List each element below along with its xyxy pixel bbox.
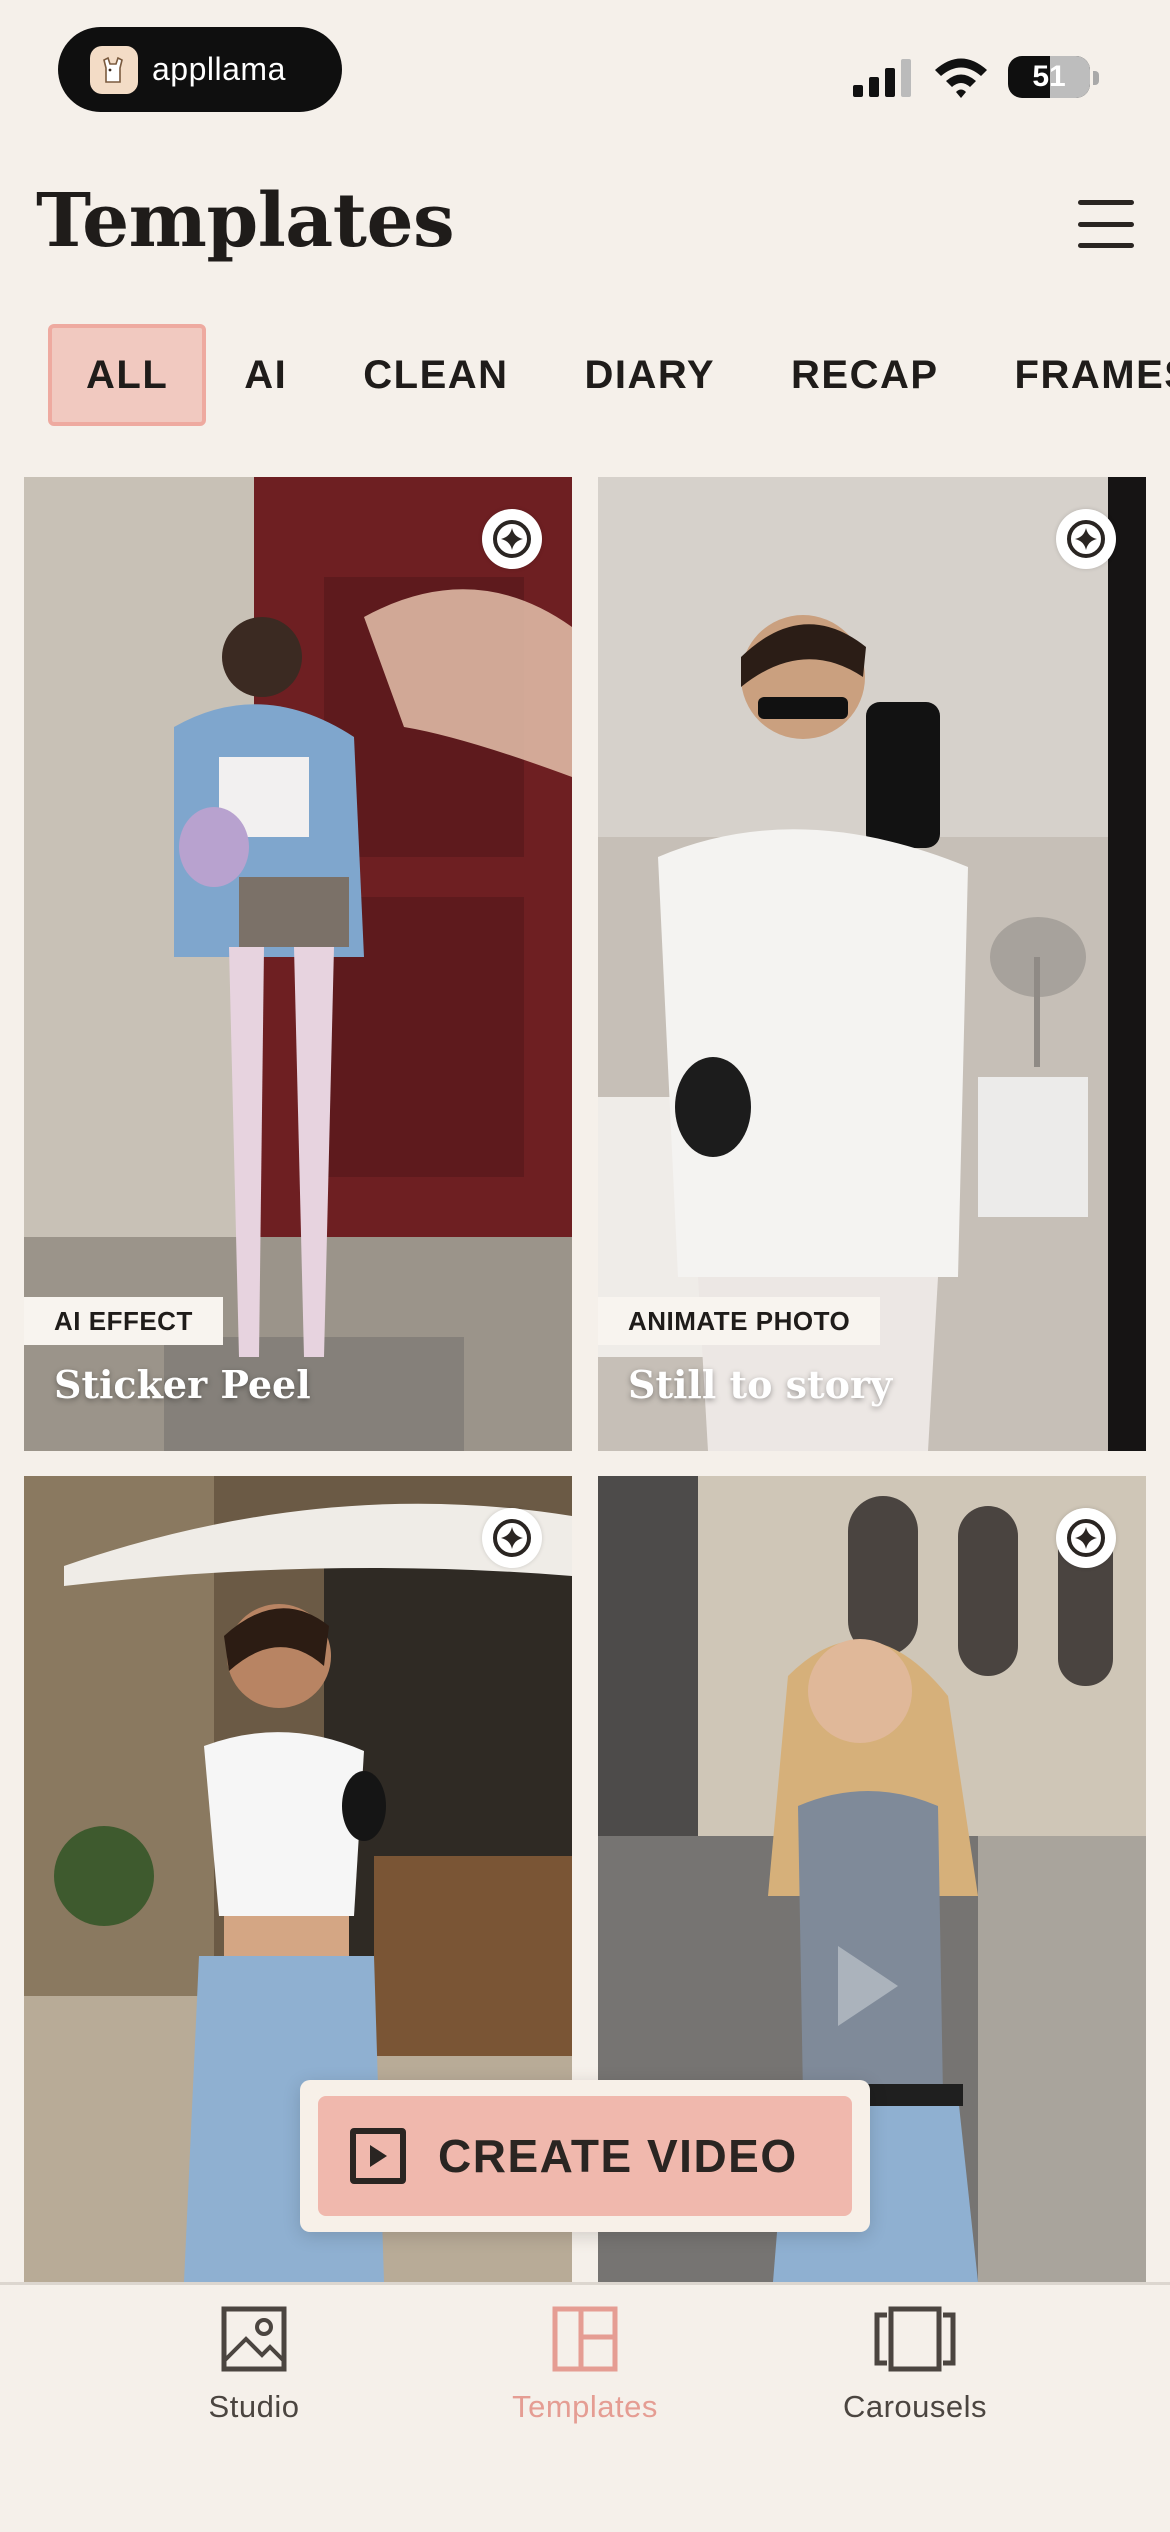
menu-line (1078, 243, 1134, 248)
nav-label: Studio (208, 2389, 300, 2424)
templates-icon (552, 2306, 618, 2372)
menu-button[interactable] (1078, 200, 1134, 248)
signal-icon (853, 59, 911, 97)
tab-recap[interactable]: RECAP (753, 324, 977, 426)
nav-templates[interactable]: Templates (455, 2305, 715, 2425)
nav-label: Carousels (842, 2389, 988, 2424)
app-pill[interactable]: appllama (58, 27, 342, 112)
menu-line (1078, 200, 1134, 205)
card-title: Still to story (628, 1362, 893, 1407)
battery-cap (1093, 71, 1099, 85)
bottom-nav: Studio Templates Carousels (0, 2282, 1170, 2532)
battery-icon: 51 (1008, 56, 1090, 98)
llama-logo-icon (90, 45, 138, 94)
nav-label: Templates (512, 2389, 658, 2424)
card-title: Sticker Peel (54, 1362, 311, 1407)
create-video-container: CREATE VIDEO (300, 2080, 870, 2232)
tab-frames[interactable]: FRAMES (977, 324, 1170, 426)
menu-line (1078, 221, 1134, 227)
filter-tabs: ALL AI CLEAN DIARY RECAP FRAMES (48, 324, 1170, 426)
tab-clean[interactable]: CLEAN (325, 324, 546, 426)
page-title: Templates (36, 178, 455, 264)
effect-tag: ANIMATE PHOTO (598, 1297, 881, 1345)
status-bar: appllama 51 (0, 0, 1170, 140)
image-icon (221, 2306, 287, 2372)
tab-ai[interactable]: AI (206, 324, 325, 426)
create-video-label: CREATE VIDEO (438, 2130, 798, 2182)
effect-tag: AI EFFECT (24, 1297, 223, 1345)
template-card-still-to-story[interactable]: ANIMATE PHOTO Still to story (598, 477, 1146, 1451)
carousel-icon (874, 2306, 956, 2372)
sparkle-icon (482, 509, 542, 569)
sparkle-icon (482, 1508, 542, 1568)
app-name: appllama (152, 51, 286, 87)
battery-level: 51 (1032, 60, 1066, 93)
tab-diary[interactable]: DIARY (547, 324, 753, 426)
play-icon (350, 2128, 406, 2184)
template-card-sticker-peel[interactable]: AI EFFECT Sticker Peel (24, 477, 572, 1451)
tab-all[interactable]: ALL (48, 324, 207, 426)
nav-carousels[interactable]: Carousels (785, 2305, 1045, 2425)
sparkle-icon (1056, 1508, 1116, 1568)
nav-studio[interactable]: Studio (124, 2305, 384, 2425)
sparkle-icon (1056, 509, 1116, 569)
create-video-button[interactable]: CREATE VIDEO (318, 2096, 852, 2216)
wifi-icon (935, 58, 987, 98)
